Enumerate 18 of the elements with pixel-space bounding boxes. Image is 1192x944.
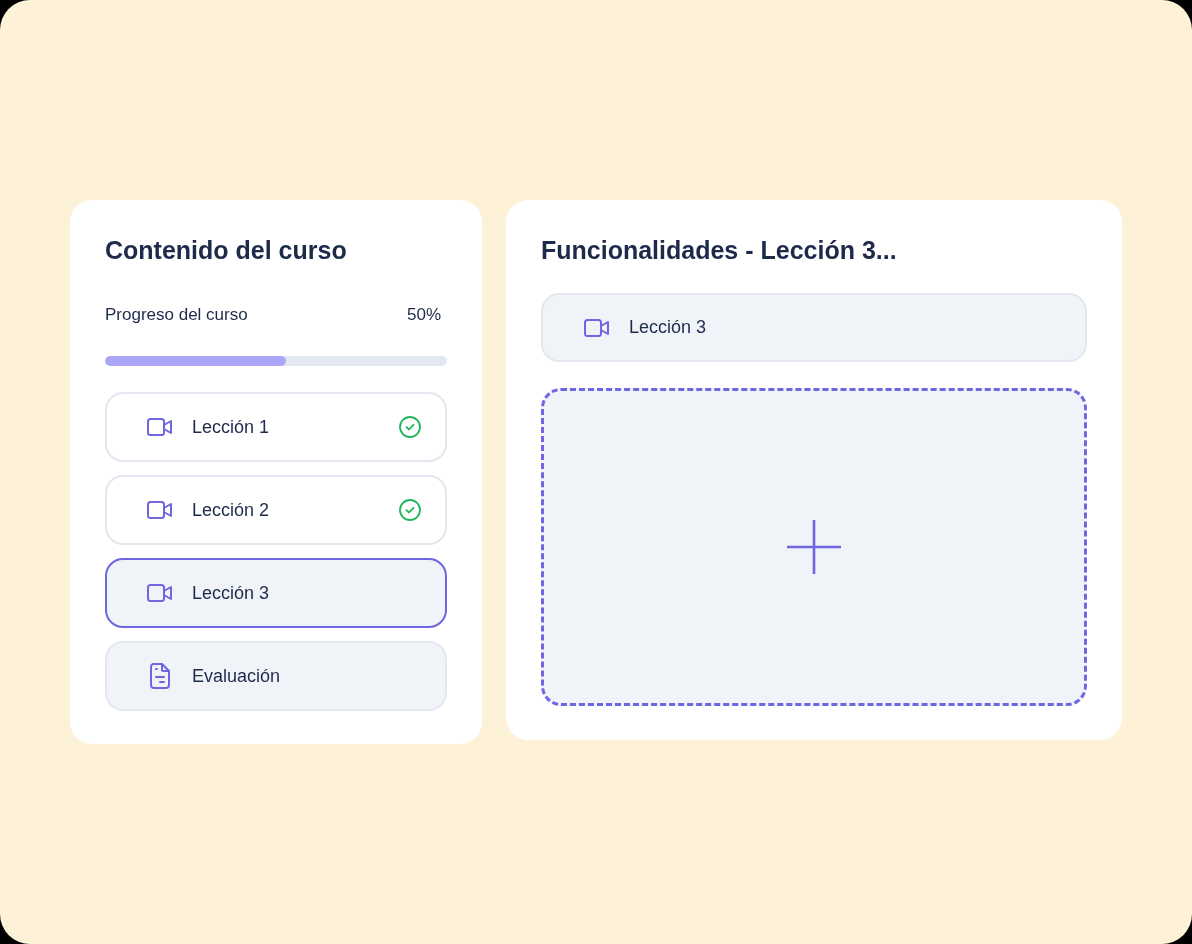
check-circle-icon xyxy=(399,499,421,521)
card-title: Funcionalidades - Lección 3... xyxy=(541,235,898,266)
video-camera-icon xyxy=(147,583,173,603)
plus-icon xyxy=(787,520,841,574)
video-camera-icon xyxy=(147,500,173,520)
video-camera-icon xyxy=(584,317,610,338)
lesson-title: Lección 3 xyxy=(629,316,707,339)
lesson-item[interactable]: Lección 1 xyxy=(105,392,447,462)
upload-dropzone[interactable] xyxy=(541,388,1087,706)
check-circle-icon xyxy=(399,416,421,438)
lesson-item[interactable]: Lección 3 xyxy=(105,558,447,628)
document-icon xyxy=(150,663,170,689)
lesson-item[interactable]: Lección 2 xyxy=(105,475,447,545)
progress-label: Progreso del curso xyxy=(105,304,248,326)
progress-value: 50% xyxy=(406,304,441,326)
card-title: Contenido del curso xyxy=(105,235,348,266)
video-camera-icon xyxy=(147,417,173,437)
lesson-item[interactable]: Evaluación xyxy=(105,641,447,711)
